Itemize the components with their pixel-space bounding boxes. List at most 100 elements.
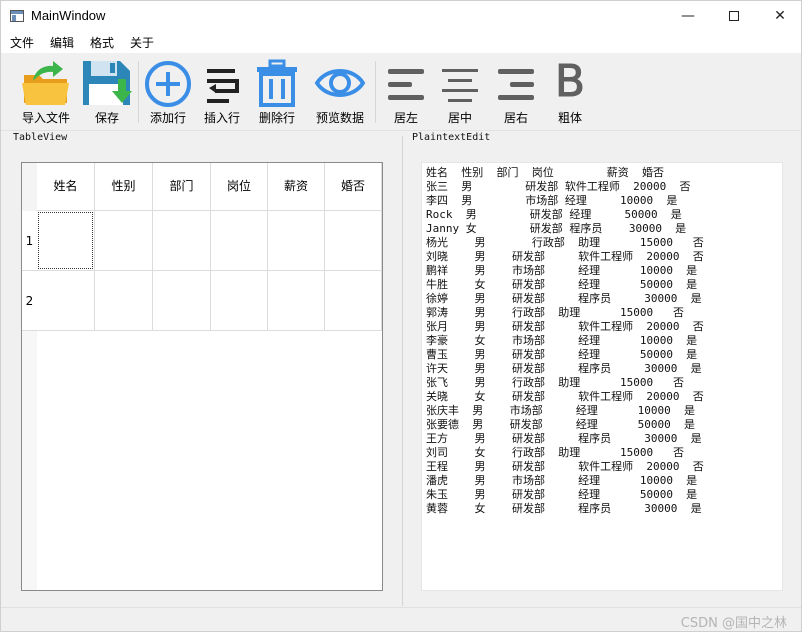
main-window: MainWindow — ✕ 文件 编辑 格式 关于 导入文件 保存 添加行 插… (0, 0, 802, 632)
bold-label: 粗体 (557, 111, 582, 125)
column-header-married[interactable]: 婚否 (325, 163, 382, 211)
column-header-gender[interactable]: 性别 (95, 163, 153, 211)
menu-edit[interactable]: 编辑 (50, 34, 74, 51)
plaintext-line: 关晓 女 研发部 软件工程师 20000 否 (426, 390, 704, 403)
plaintext-line: 杨光 男 行政部 助理 15000 否 (426, 236, 704, 249)
save-button[interactable]: 保存 (79, 57, 135, 127)
import-file-label: 导入文件 (21, 111, 70, 125)
insert-row-button[interactable]: 插入行 (197, 57, 247, 127)
menu-bar: 文件 编辑 格式 关于 (1, 31, 801, 53)
table-cell[interactable] (37, 271, 95, 331)
bold-button[interactable]: B 粗体 (545, 56, 595, 127)
align-left-icon (388, 69, 424, 100)
close-button[interactable]: ✕ (757, 1, 802, 31)
window-title: MainWindow (31, 8, 106, 23)
align-left-label: 居左 (393, 111, 418, 125)
add-row-button[interactable]: 添加行 (141, 57, 195, 127)
eye-icon (314, 69, 366, 97)
plaintext-line: 郭涛 男 行政部 助理 15000 否 (426, 306, 684, 319)
plaintext-line: 张飞 男 行政部 助理 15000 否 (426, 376, 684, 389)
minimize-button[interactable]: — (665, 1, 711, 31)
menu-file[interactable]: 文件 (10, 34, 34, 51)
plaintext-line: 张三 男 研发部 软件工程师 20000 否 (426, 180, 691, 193)
table-cell[interactable] (37, 211, 95, 271)
plaintext-line: 王程 男 研发部 软件工程师 20000 否 (426, 460, 704, 473)
plaintextedit-dock-title: PlaintextEdit (412, 132, 491, 143)
plaintext-content: 姓名 性别 部门 岗位 薪资 婚否 张三 男 研发部 软件工程师 20000 否李… (426, 166, 704, 516)
preview-data-button[interactable]: 预览数据 (309, 57, 371, 127)
toolbar-separator (375, 61, 376, 123)
plaintext-line: 鹏祥 男 市场部 经理 10000 是 (426, 264, 698, 277)
minimize-icon: — (681, 8, 695, 24)
tableview-dock-title: TableView (13, 132, 68, 143)
plaintext-line: 张庆丰 男 市场部 经理 10000 是 (426, 404, 695, 417)
toolbar-separator (138, 61, 139, 123)
column-header-position[interactable]: 岗位 (211, 163, 268, 211)
menu-format[interactable]: 格式 (90, 34, 114, 51)
folder-import-icon (22, 61, 69, 105)
preview-data-label: 预览数据 (315, 111, 364, 125)
bold-icon: B (554, 56, 586, 107)
title-bar: MainWindow — ✕ (1, 1, 801, 31)
delete-row-label: 删除行 (258, 111, 295, 125)
plaintext-line: 刘司 女 行政部 助理 15000 否 (426, 446, 684, 459)
plaintext-line: 李四 男 市场部 经理 10000 是 (426, 194, 678, 207)
plaintext-line: 刘晓 男 研发部 软件工程师 20000 否 (426, 250, 704, 263)
plaintext-line: Rock 男 研发部 经理 50000 是 (426, 208, 682, 221)
column-header-name[interactable]: 姓名 (37, 163, 95, 211)
align-center-button[interactable]: 居中 (435, 57, 485, 127)
plaintext-line: 潘虎 男 市场部 经理 10000 是 (426, 474, 698, 487)
maximize-icon (729, 11, 739, 21)
close-icon: ✕ (774, 8, 786, 24)
save-label: 保存 (94, 111, 119, 125)
table-cell[interactable] (268, 211, 325, 271)
table-cell[interactable] (95, 211, 153, 271)
plaintext-line: 曹玉 男 研发部 经理 50000 是 (426, 348, 698, 361)
plaintext-line: 王方 男 研发部 程序员 30000 是 (426, 432, 702, 445)
column-header-department[interactable]: 部门 (153, 163, 211, 211)
plaintext-edit[interactable]: 姓名 性别 部门 岗位 薪资 婚否 张三 男 研发部 软件工程师 20000 否李… (421, 162, 783, 591)
plus-circle-icon (145, 61, 191, 107)
table-corner-button[interactable] (22, 163, 37, 211)
row-header-1[interactable]: 1 (22, 211, 37, 271)
align-left-button[interactable]: 居左 (381, 57, 431, 127)
align-right-button[interactable]: 居右 (491, 57, 541, 127)
table-cell[interactable] (95, 271, 153, 331)
plaintext-line: Janny 女 研发部 程序员 30000 是 (426, 222, 687, 235)
add-row-label: 添加行 (149, 111, 186, 125)
align-center-label: 居中 (447, 111, 472, 125)
import-file-button[interactable]: 导入文件 (17, 57, 75, 127)
delete-row-button[interactable]: 删除行 (251, 57, 303, 127)
align-right-icon (498, 69, 534, 100)
app-window-icon (10, 10, 24, 22)
insert-row-label: 插入行 (203, 111, 240, 125)
table-cell[interactable] (325, 211, 382, 271)
save-disk-icon (83, 61, 132, 105)
plaintext-line: 李豪 女 市场部 经理 10000 是 (426, 334, 698, 347)
toolbar: 导入文件 保存 添加行 插入行 删除行 预览数据 居左 居中 居右 B 粗体 (1, 53, 801, 131)
table-cell[interactable] (211, 211, 268, 271)
table-cell[interactable] (153, 271, 211, 331)
plaintext-line: 张要德 男 研发部 经理 50000 是 (426, 418, 695, 431)
plaintext-line: 张月 男 研发部 软件工程师 20000 否 (426, 320, 704, 333)
plaintext-line: 徐婷 男 研发部 程序员 30000 是 (426, 292, 702, 305)
column-header-salary[interactable]: 薪资 (268, 163, 325, 211)
table-cell[interactable] (268, 271, 325, 331)
align-center-icon (442, 69, 478, 102)
plaintext-line: 黄蓉 女 研发部 程序员 30000 是 (426, 502, 702, 515)
status-bar: CSDN @国中之林 (1, 607, 801, 631)
watermark-text: CSDN @国中之林 (680, 616, 787, 631)
maximize-button[interactable] (711, 1, 757, 31)
align-right-label: 居右 (503, 111, 528, 125)
plaintext-line: 牛胜 女 研发部 经理 50000 是 (426, 278, 698, 291)
menu-about[interactable]: 关于 (130, 34, 154, 51)
dock-splitter[interactable] (402, 136, 403, 606)
plaintext-line: 许天 男 研发部 程序员 30000 是 (426, 362, 702, 375)
table-cell[interactable] (211, 271, 268, 331)
table-view[interactable]: 姓名 性别 部门 岗位 薪资 婚否 1 2 (21, 162, 383, 591)
table-cell[interactable] (325, 271, 382, 331)
insert-row-icon (207, 69, 239, 103)
table-cell[interactable] (153, 211, 211, 271)
row-header-2[interactable]: 2 (22, 271, 37, 331)
plaintext-line: 姓名 性别 部门 岗位 薪资 婚否 (426, 166, 664, 179)
